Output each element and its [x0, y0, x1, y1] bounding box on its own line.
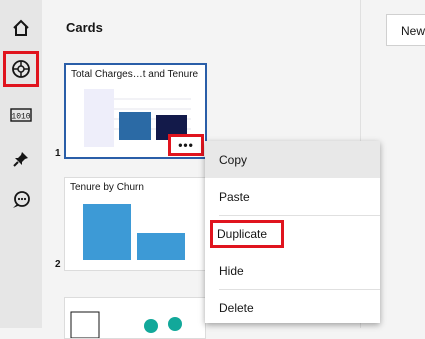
left-nav-rail: 1010 [0, 0, 42, 328]
menu-item-label: Paste [219, 189, 250, 204]
pin-icon [13, 152, 28, 167]
chart-bar-light-short [137, 233, 185, 260]
card-more-options-button[interactable]: ••• [168, 134, 204, 156]
card-thumbnail-bar-chart [83, 204, 185, 260]
menu-item-copy[interactable]: Copy [205, 141, 380, 178]
card-tenure-by-churn[interactable]: Tenure by Churn [64, 177, 206, 271]
menu-item-label: Hide [219, 263, 244, 278]
menu-item-paste[interactable]: Paste [205, 178, 380, 215]
home-button[interactable] [6, 14, 36, 42]
chart-bar-mid [119, 112, 151, 140]
pin-button[interactable] [6, 145, 36, 173]
card-number: 1 [55, 148, 61, 159]
menu-item-delete[interactable]: Delete [205, 289, 380, 326]
card-context-menu: Copy Paste Duplicate Hide Delete [205, 141, 380, 323]
svg-text:1010: 1010 [11, 113, 30, 122]
menu-item-label: Delete [219, 300, 254, 315]
data-binary-icon: 1010 [10, 108, 32, 122]
chart-bg-bar [84, 89, 114, 147]
card-number: 2 [55, 259, 61, 270]
home-icon [13, 19, 29, 36]
compass-button[interactable] [3, 51, 39, 87]
new-button[interactable]: New [386, 14, 425, 46]
card-scatter[interactable] [64, 297, 206, 339]
chat-button[interactable] [6, 186, 36, 214]
menu-item-label: Duplicate [209, 219, 285, 248]
menu-item-hide[interactable]: Hide [205, 252, 380, 289]
card-total-charges[interactable]: Total Charges…t and Tenure ••• [64, 63, 207, 159]
compass-icon [12, 60, 30, 78]
panel-title: Cards [66, 20, 103, 35]
menu-item-label: Copy [219, 152, 248, 167]
data-button[interactable]: 1010 [6, 101, 36, 129]
menu-item-duplicate[interactable]: Duplicate [205, 215, 380, 252]
card-thumbnail-scatter [70, 311, 182, 338]
chart-bar-light-tall [83, 204, 131, 260]
chat-bot-icon [13, 191, 30, 208]
